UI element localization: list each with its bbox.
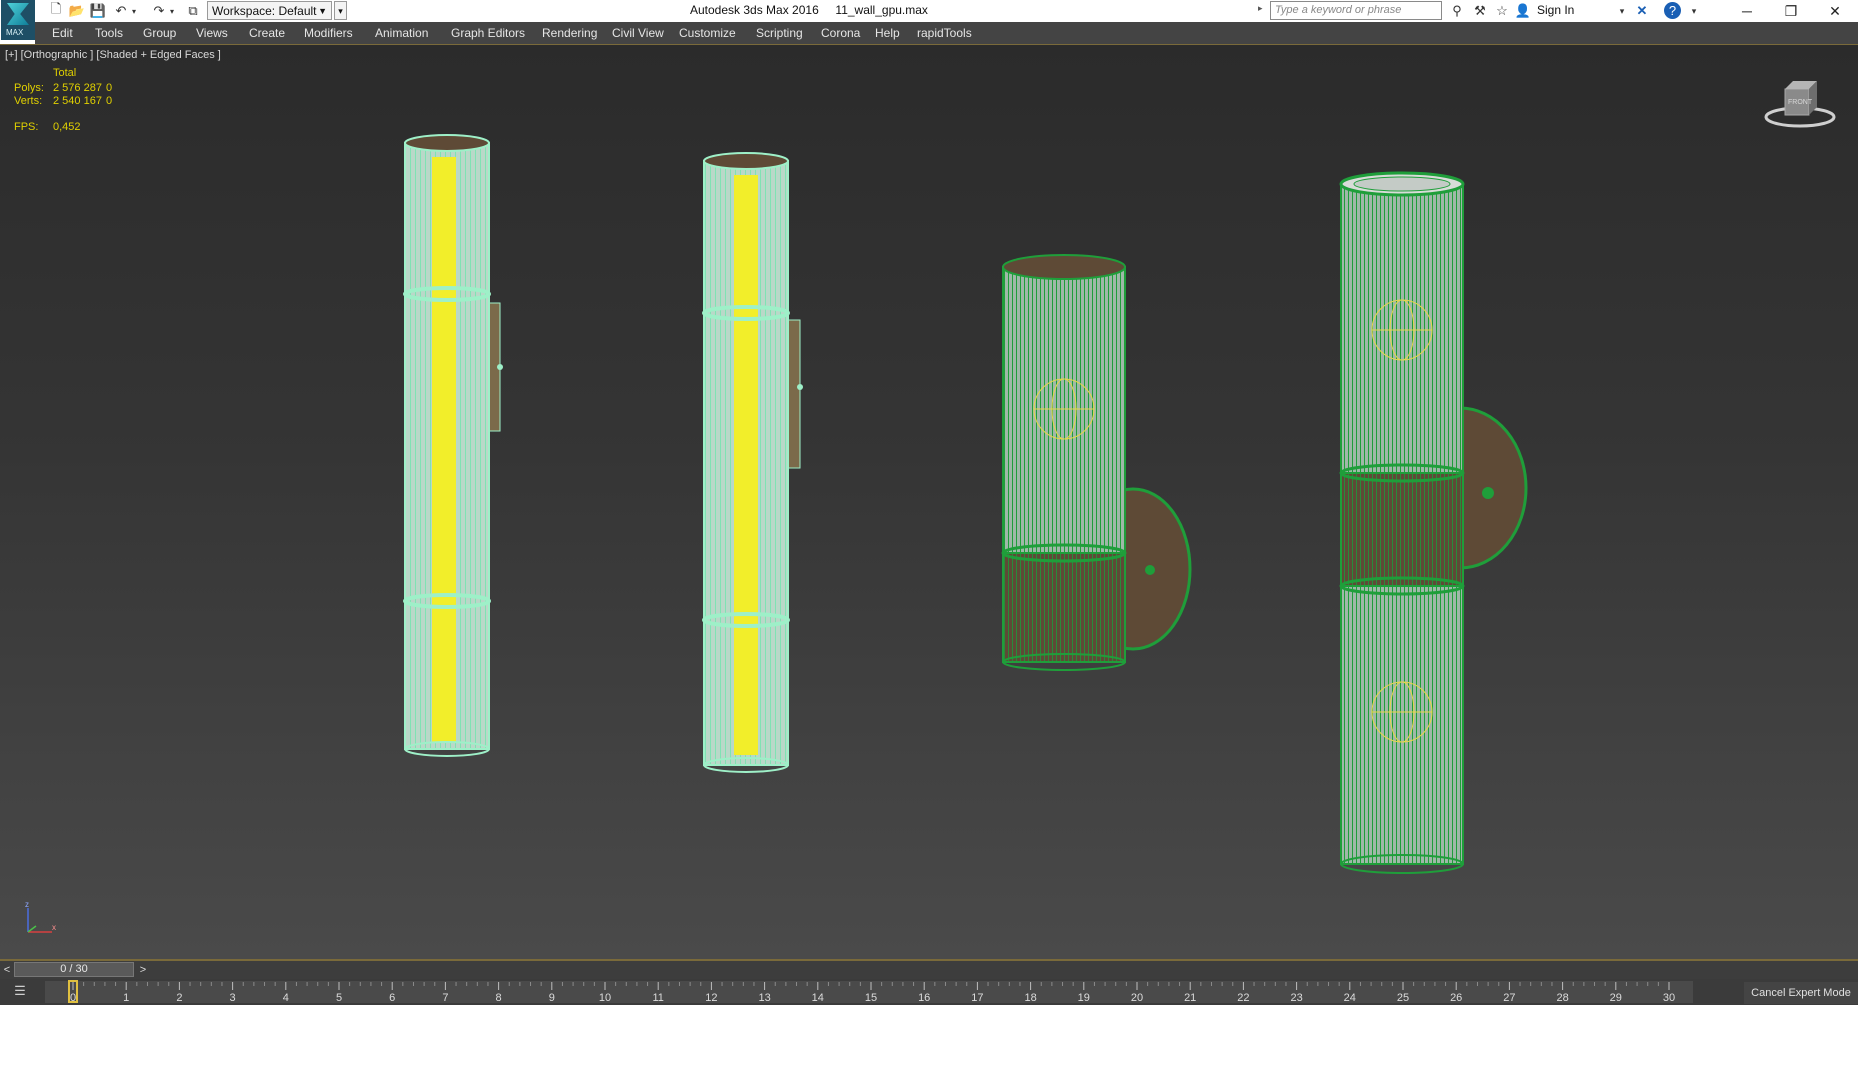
- frame-tick-label: 24: [1344, 992, 1356, 1004]
- time-prev-button[interactable]: <: [0, 961, 14, 979]
- quick-access-dropdown[interactable]: ▾: [334, 1, 347, 20]
- file-name: 11_wall_gpu.max: [835, 3, 928, 17]
- frame-tick-label: 5: [336, 992, 342, 1004]
- frame-tick-label: 27: [1503, 992, 1515, 1004]
- scene-objects[interactable]: [0, 45, 1858, 961]
- help-dropdown-icon[interactable]: ▾: [1684, 2, 1704, 20]
- time-next-button[interactable]: >: [136, 961, 150, 979]
- frame-tick-label: 19: [1078, 992, 1090, 1004]
- frame-tick-label: 10: [599, 992, 611, 1004]
- exchange-x-icon[interactable]: ✕: [1632, 2, 1652, 20]
- time-slider[interactable]: 0 / 30: [14, 962, 134, 977]
- close-button[interactable]: ✕: [1813, 0, 1857, 22]
- frame-tick-label: 1: [123, 992, 129, 1004]
- frame-tick-label: 30: [1663, 992, 1675, 1004]
- frame-tick-label: 17: [971, 992, 983, 1004]
- menu-rendering[interactable]: Rendering: [542, 26, 597, 40]
- menu-help[interactable]: Help: [875, 26, 900, 40]
- frame-tick-label: 9: [549, 992, 555, 1004]
- minimize-button[interactable]: ─: [1725, 0, 1769, 22]
- cancel-expert-mode-button[interactable]: Cancel Expert Mode: [1744, 982, 1858, 1004]
- menu-graph-editors[interactable]: Graph Editors: [451, 26, 525, 40]
- menu-group[interactable]: Group: [143, 26, 176, 40]
- menu-scripting[interactable]: Scripting: [756, 26, 803, 40]
- frame-tick-label: 4: [283, 992, 289, 1004]
- save-file-icon[interactable]: 💾: [88, 2, 108, 20]
- search-input[interactable]: Type a keyword or phrase: [1270, 1, 1442, 20]
- project-folder-icon[interactable]: ⧉: [183, 2, 203, 20]
- lamp-2-selected[interactable]: [702, 152, 803, 773]
- open-file-icon[interactable]: 📂: [67, 2, 87, 20]
- frame-tick-label: 14: [812, 992, 824, 1004]
- frame-tick-label: 3: [230, 992, 236, 1004]
- frame-tick-label: 11: [652, 992, 663, 1004]
- frame-tick-label: 23: [1290, 992, 1302, 1004]
- lamp-3[interactable]: [1001, 254, 1192, 671]
- menu-tools[interactable]: Tools: [95, 26, 123, 40]
- empty-area: [0, 1005, 1858, 1080]
- menu-bar: Edit Tools Group Views Create Modifiers …: [35, 22, 1858, 44]
- menu-edit[interactable]: Edit: [52, 26, 73, 40]
- frame-tick-label: 13: [758, 992, 770, 1004]
- frame-tick-label: 25: [1397, 992, 1409, 1004]
- frame-tick-label: 6: [389, 992, 395, 1004]
- menu-rapidtools[interactable]: rapidTools: [917, 26, 972, 40]
- frame-tick-label: 26: [1450, 992, 1462, 1004]
- menu-animation[interactable]: Animation: [375, 26, 428, 40]
- frame-tick-label: 12: [705, 992, 717, 1004]
- menu-create[interactable]: Create: [249, 26, 285, 40]
- menu-customize[interactable]: Customize: [679, 26, 736, 40]
- frame-tick-label: 8: [496, 992, 502, 1004]
- menu-modifiers[interactable]: Modifiers: [304, 26, 353, 40]
- frame-tick-label: 20: [1131, 992, 1143, 1004]
- new-file-icon[interactable]: 🗋: [46, 1, 66, 20]
- frame-tick-label: 16: [918, 992, 930, 1004]
- frame-tick-label: 28: [1556, 992, 1568, 1004]
- logo-text: MAX: [6, 28, 24, 37]
- user-icon: 👤: [1514, 3, 1532, 18]
- workspace-label: Workspace: Default: [212, 4, 317, 18]
- menu-civil-view[interactable]: Civil View: [612, 26, 664, 40]
- frame-tick-label: 29: [1610, 992, 1622, 1004]
- frame-tick-label: 2: [176, 992, 182, 1004]
- viewport-orthographic[interactable]: [+] [Orthographic ] [Shaded + Edged Face…: [0, 44, 1858, 961]
- workspace-select[interactable]: Workspace: Default ▼: [207, 1, 332, 20]
- frame-ruler[interactable]: 0 1 2 3 4 5 6 7 8 9 10 11 12 13 14 15 16 17 18 19 20 21 22 23 24…: [0, 979, 1858, 1005]
- axis-z-label: z: [25, 900, 29, 909]
- help-icon[interactable]: ?: [1664, 2, 1681, 19]
- undo-dropdown-icon[interactable]: ▾: [124, 2, 144, 20]
- binoculars-icon[interactable]: ⚲: [1447, 2, 1467, 20]
- subscription-icon[interactable]: ⚒: [1470, 2, 1490, 20]
- frame-tick-label: 22: [1237, 992, 1249, 1004]
- lamp-1-selected[interactable]: [403, 134, 503, 757]
- title-bar: MAX 🗋 📂 💾 ↶ ▾ ↷ ▾ ⧉ Workspace: Default ▼…: [0, 0, 1858, 40]
- app-menu-button[interactable]: MAX: [1, 0, 35, 40]
- favorites-star-icon[interactable]: ☆: [1492, 2, 1512, 20]
- frame-tick-label: 7: [442, 992, 448, 1004]
- axis-tripod: z x: [25, 900, 56, 933]
- menu-views[interactable]: Views: [196, 26, 228, 40]
- redo-dropdown-icon[interactable]: ▾: [162, 2, 182, 20]
- menu-corona[interactable]: Corona: [821, 26, 860, 40]
- restore-button[interactable]: ❐: [1769, 0, 1813, 22]
- 3dsmax-logo-icon: [7, 3, 29, 25]
- search-expand-icon[interactable]: ▸: [1258, 3, 1263, 14]
- sign-in-link[interactable]: Sign In: [1537, 3, 1574, 17]
- frame-tick-label: 15: [865, 992, 877, 1004]
- axis-x-label: x: [52, 923, 56, 932]
- lamp-4[interactable]: [1339, 171, 1528, 874]
- frame-tick-label: 18: [1024, 992, 1036, 1004]
- time-slider-bar: < 0 / 30 >: [0, 961, 1858, 979]
- viewcube-face-label: FRONT: [1788, 99, 1813, 106]
- track-bar[interactable]: ☰ 0 1 2 3 4 5 6 7 8 9 10 11 12 13 14 15 16 17 18 19 20 21 22 23…: [0, 979, 1858, 1005]
- viewcube[interactable]: FRONT: [1763, 75, 1841, 135]
- window-title: Autodesk 3ds Max 2016 11_wall_gpu.max: [690, 3, 928, 17]
- sign-in-dropdown-icon[interactable]: ▾: [1612, 2, 1632, 20]
- chevron-down-icon: ▼: [318, 6, 327, 16]
- frame-tick-label: 21: [1184, 992, 1196, 1004]
- app-name: Autodesk 3ds Max 2016: [690, 3, 819, 17]
